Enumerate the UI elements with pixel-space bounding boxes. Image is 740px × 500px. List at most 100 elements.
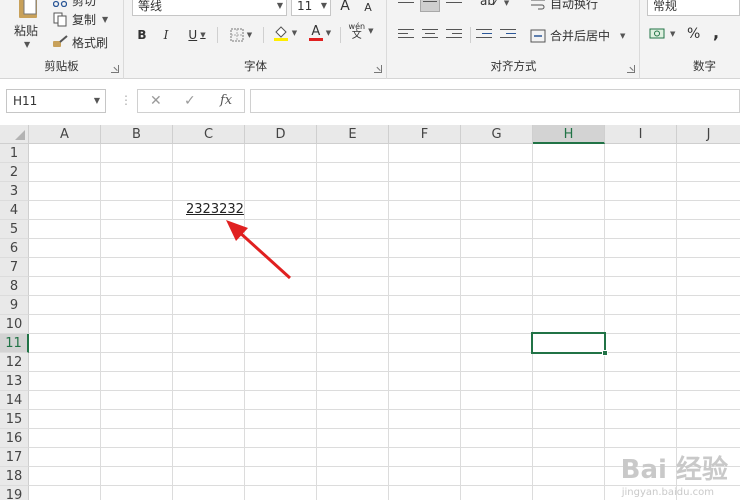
font-size-select[interactable]: 11 ▼ [291, 0, 331, 16]
number-format-select[interactable]: 常规 [647, 0, 740, 16]
align-left-button[interactable] [398, 29, 414, 43]
name-box[interactable]: H11 ▼ [6, 89, 106, 113]
align-right-button[interactable] [446, 29, 462, 43]
number-group: 常规 ▼ % , 数字 [641, 0, 740, 79]
row-header-17[interactable]: 17 [0, 448, 29, 467]
column-header-d[interactable]: D [245, 125, 317, 144]
paintbrush-icon [52, 34, 68, 50]
font-name-select[interactable]: 等线 ▼ [132, 0, 287, 16]
merge-center-button[interactable]: 合并后居中 ▼ [530, 27, 625, 44]
row-header-5[interactable]: 5 [0, 220, 29, 239]
align-middle-button[interactable] [420, 0, 440, 12]
bold-label: B [137, 28, 147, 42]
row-header-7[interactable]: 7 [0, 258, 29, 277]
italic-button[interactable]: I [158, 26, 174, 44]
align-top-button[interactable] [398, 0, 414, 12]
alignment-group-label: 对齐方式 [490, 59, 537, 73]
shrink-font-button[interactable]: A [361, 0, 375, 16]
column-header-i[interactable]: I [605, 125, 677, 144]
row-header-1[interactable]: 1 [0, 144, 29, 163]
column-header-f[interactable]: F [389, 125, 461, 144]
cut-button[interactable]: 剪切 [52, 0, 96, 9]
row-header-19[interactable]: 19 [0, 486, 29, 500]
row-header-3[interactable]: 3 [0, 182, 29, 201]
row-header-13[interactable]: 13 [0, 372, 29, 391]
row-header-18[interactable]: 18 [0, 467, 29, 486]
font-size-value: 11 [297, 0, 313, 13]
row-header-2[interactable]: 2 [0, 163, 29, 182]
phonetic-guide-button[interactable]: wén 文 ▼ [345, 22, 377, 41]
percent-label: % [687, 26, 701, 42]
cell-c4[interactable]: 2323232 [186, 202, 244, 217]
row-header-6[interactable]: 6 [0, 239, 29, 258]
align-center-button[interactable] [422, 29, 438, 43]
row-header-10[interactable]: 10 [0, 315, 29, 334]
formula-input[interactable] [250, 89, 740, 113]
italic-label: I [163, 28, 169, 42]
bold-button[interactable]: B [134, 26, 150, 44]
increase-indent-button[interactable] [500, 29, 516, 43]
dialog-launcher-icon[interactable] [627, 65, 635, 73]
chevron-down-icon: ▼ [93, 96, 100, 105]
chevron-down-icon: ▼ [200, 31, 206, 39]
chevron-down-icon: ▼ [368, 27, 374, 35]
fill-color-button[interactable]: ▼ [270, 24, 300, 42]
dialog-launcher-icon[interactable] [374, 65, 382, 73]
copy-button[interactable]: 复制 ▼ [52, 10, 108, 28]
name-box-value: H11 [13, 94, 38, 108]
copy-label: 复制 [72, 12, 97, 27]
column-header-b[interactable]: B [101, 125, 173, 144]
merge-center-label: 合并后居中 [550, 29, 611, 43]
enter-icon[interactable]: ✓ [184, 93, 196, 109]
row-header-12[interactable]: 12 [0, 353, 29, 372]
scissors-icon [52, 0, 68, 8]
align-bottom-button[interactable] [446, 2, 462, 16]
decrease-indent-button[interactable] [476, 29, 492, 43]
column-header-g[interactable]: G [461, 125, 533, 144]
fill-handle[interactable] [602, 350, 608, 356]
row-header-14[interactable]: 14 [0, 391, 29, 410]
formula-bar-grip-icon[interactable]: ⋮ [120, 93, 132, 107]
select-all-button[interactable] [0, 125, 29, 144]
number-group-label: 数字 [693, 59, 716, 73]
row-header-4[interactable]: 4 [0, 201, 29, 220]
font-name-value: 等线 [138, 0, 163, 13]
separator [217, 27, 218, 43]
dialog-launcher-icon[interactable] [111, 65, 119, 73]
column-header-h[interactable]: H [533, 125, 605, 144]
column-header-c[interactable]: C [173, 125, 245, 144]
cancel-icon[interactable]: ✕ [150, 93, 162, 109]
row-header-16[interactable]: 16 [0, 429, 29, 448]
chevron-down-icon: ▼ [24, 40, 31, 49]
shrink-font-label: A [364, 0, 372, 14]
underline-button[interactable]: U ▼ [182, 26, 212, 44]
alignment-group: ab⁄ ▼ 自动换行 合并后居中 ▼ 对齐方式 [388, 0, 640, 79]
column-header-j[interactable]: J [677, 125, 740, 144]
column-header-a[interactable]: A [29, 125, 101, 144]
border-button[interactable]: ▼ [225, 26, 257, 44]
merge-center-icon [530, 29, 546, 42]
percent-button[interactable]: % [687, 26, 700, 42]
font-color-button[interactable]: A ▼ [305, 24, 335, 42]
orientation-button[interactable]: ab⁄ ▼ [480, 0, 509, 8]
column-header-e[interactable]: E [317, 125, 389, 144]
paste-label: 粘贴 [14, 24, 39, 38]
wrap-text-button[interactable]: 自动换行 [530, 0, 598, 12]
accounting-format-button[interactable]: ▼ [649, 27, 675, 41]
format-painter-button[interactable]: 格式刷 [52, 33, 108, 51]
grow-font-button[interactable]: A [337, 0, 353, 15]
currency-icon [649, 28, 665, 39]
phonetic-bottom: 文 [351, 30, 362, 41]
row-header-9[interactable]: 9 [0, 296, 29, 315]
active-cell-h11[interactable] [531, 332, 608, 356]
separator [263, 27, 264, 43]
comma-style-button[interactable]: , [713, 23, 719, 42]
row-header-8[interactable]: 8 [0, 277, 29, 296]
row-header-11[interactable]: 11 [0, 334, 29, 353]
insert-function-button[interactable]: fx [220, 93, 232, 108]
chevron-down-icon: ▼ [503, 0, 510, 7]
copy-icon [52, 11, 68, 27]
chevron-down-icon: ▼ [620, 31, 626, 40]
cell-grid[interactable] [29, 144, 740, 500]
row-header-15[interactable]: 15 [0, 410, 29, 429]
